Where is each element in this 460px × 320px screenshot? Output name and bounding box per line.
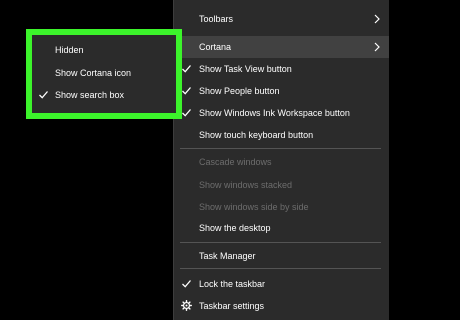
menu-item-label: Task Manager — [199, 251, 256, 261]
menu-item-cortana[interactable]: Cortana — [174, 36, 389, 58]
submenu-item-label: Hidden — [55, 45, 84, 55]
submenu-item-show-cortana-icon[interactable]: Show Cortana icon — [32, 62, 176, 84]
menu-item-label: Show windows stacked — [199, 180, 293, 190]
submenu-item-label: Show search box — [55, 90, 125, 100]
menu-item-show-ink-workspace[interactable]: Show Windows Ink Workspace button — [174, 102, 389, 124]
menu-item-label: Toolbars — [199, 14, 234, 24]
menu-item-lock-taskbar[interactable]: Lock the taskbar — [174, 273, 389, 295]
menu-item-label: Show People button — [199, 86, 280, 96]
menu-separator — [180, 242, 381, 243]
cortana-submenu: Hidden Show Cortana icon Show search box — [26, 29, 182, 119]
submenu-item-show-search-box[interactable]: Show search box — [32, 84, 176, 106]
taskbar-context-menu: Toolbars Cortana Show Task View button S… — [173, 0, 389, 320]
menu-item-show-people[interactable]: Show People button — [174, 80, 389, 102]
checkmark-icon — [182, 87, 191, 95]
menu-item-windows-side-by-side: Show windows side by side — [174, 196, 389, 218]
menu-item-label: Cortana — [199, 42, 232, 52]
menu-item-label: Show windows side by side — [199, 202, 309, 212]
menu-item-cascade-windows: Cascade windows — [174, 151, 389, 173]
menu-item-label: Cascade windows — [199, 157, 272, 167]
menu-item-show-desktop[interactable]: Show the desktop — [174, 217, 389, 239]
menu-item-label: Taskbar settings — [199, 301, 265, 311]
menu-item-label: Show Windows Ink Workspace button — [199, 108, 350, 118]
menu-separator — [180, 268, 381, 269]
checkmark-icon — [182, 65, 191, 73]
submenu-item-hidden[interactable]: Hidden — [32, 39, 176, 61]
menu-item-show-task-view[interactable]: Show Task View button — [174, 58, 389, 80]
menu-item-taskbar-settings[interactable]: Taskbar settings — [174, 295, 389, 317]
menu-item-label: Lock the taskbar — [199, 279, 266, 289]
chevron-right-icon — [374, 42, 380, 52]
checkmark-icon — [182, 109, 191, 117]
gear-icon — [181, 300, 192, 311]
checkmark-icon — [39, 91, 48, 99]
menu-item-label: Show the desktop — [199, 223, 271, 233]
menu-item-toolbars[interactable]: Toolbars — [174, 8, 389, 30]
menu-separator — [180, 148, 381, 149]
chevron-right-icon — [374, 14, 380, 24]
menu-item-label: Show Task View button — [199, 64, 292, 74]
menu-item-windows-stacked: Show windows stacked — [174, 174, 389, 196]
menu-item-label: Show touch keyboard button — [199, 130, 314, 140]
submenu-item-label: Show Cortana icon — [55, 68, 132, 78]
menu-item-task-manager[interactable]: Task Manager — [174, 245, 389, 267]
menu-item-show-touch-keyboard[interactable]: Show touch keyboard button — [174, 124, 389, 146]
checkmark-icon — [182, 280, 191, 288]
